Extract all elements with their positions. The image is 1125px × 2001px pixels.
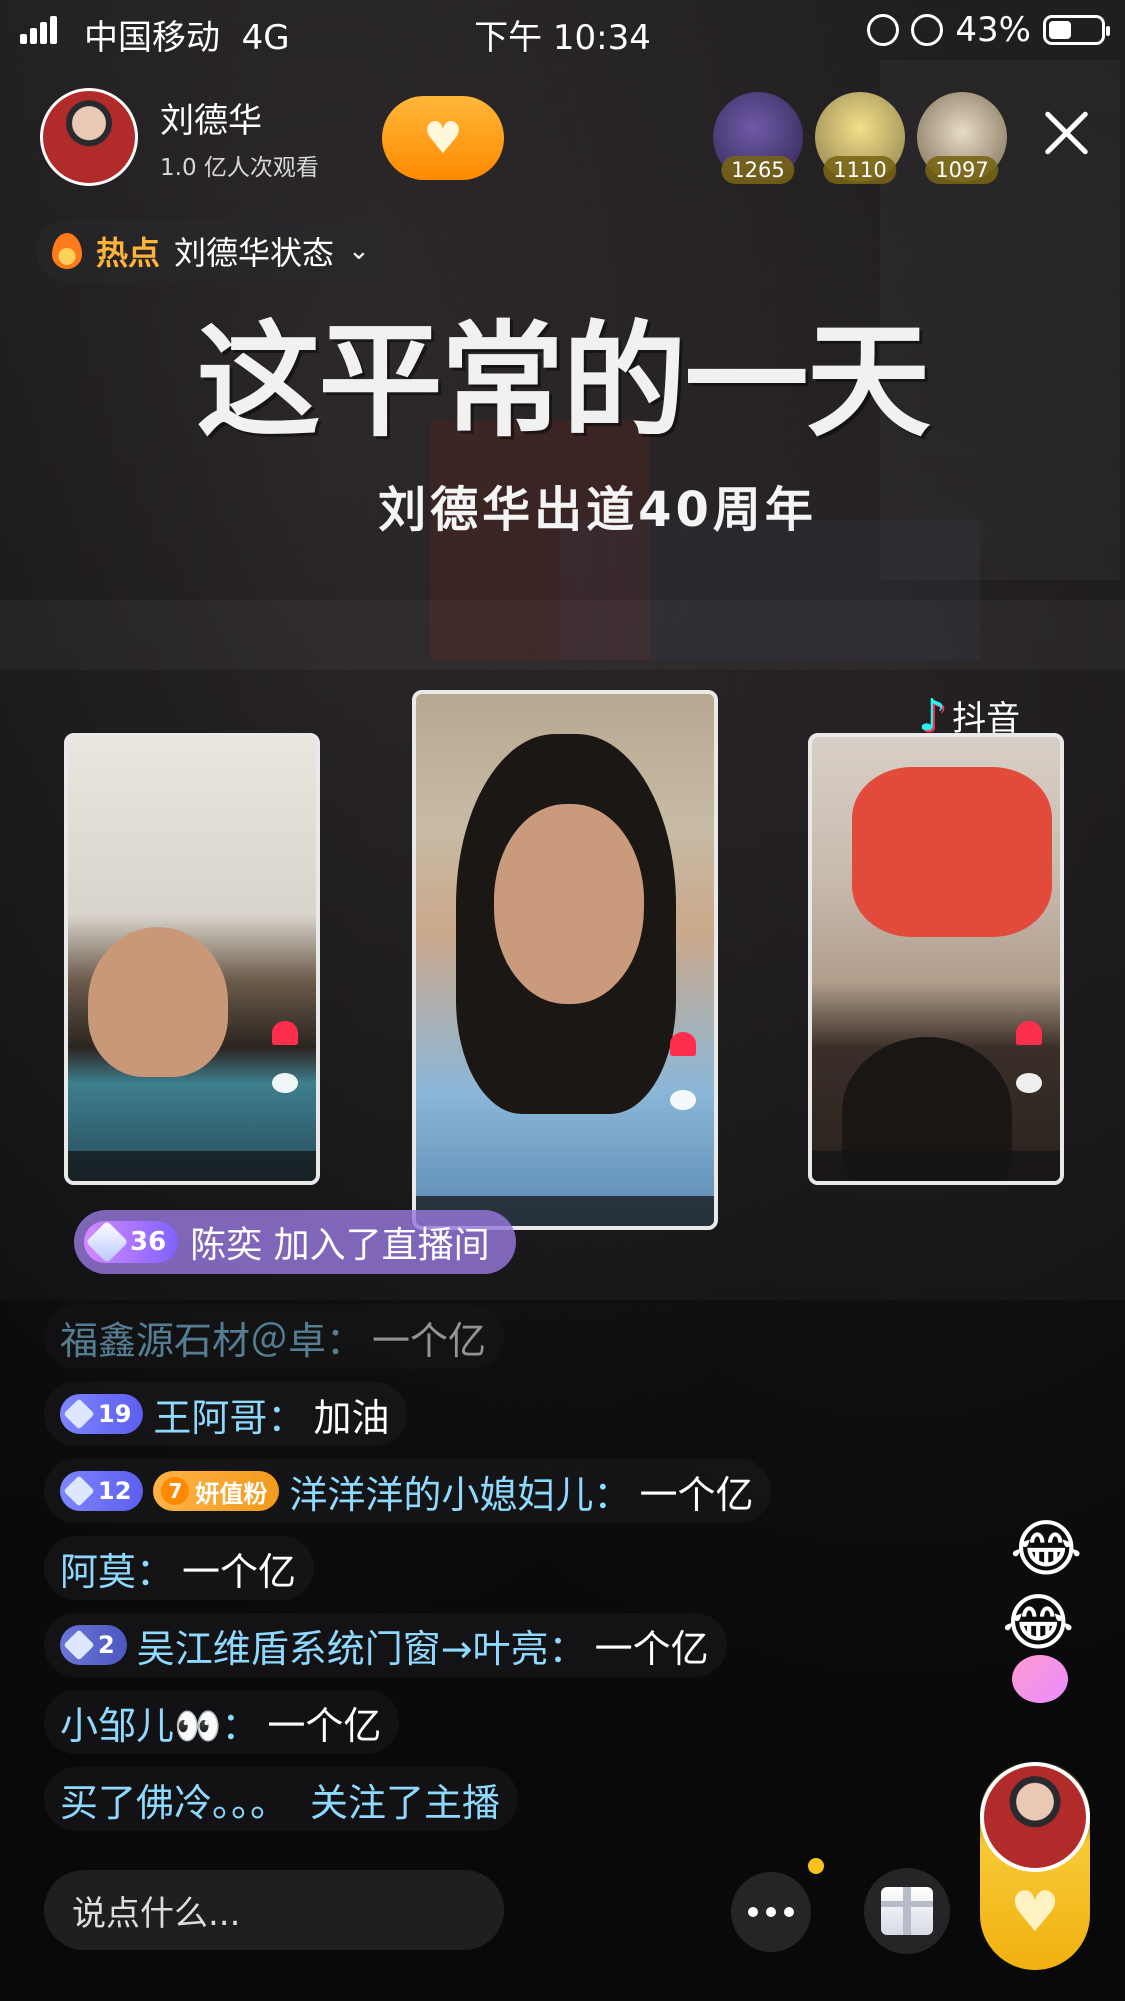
comment-input[interactable]: 说点什么...	[44, 1870, 504, 1950]
chat-separator: ：	[548, 1626, 587, 1671]
host-view-count: 1.0 亿人次观看	[160, 154, 319, 181]
video-phone-center	[412, 690, 718, 1230]
chat-separator: ：	[593, 1472, 632, 1517]
laughing-emoji-icon: 😂	[1002, 1586, 1075, 1659]
chat-user[interactable]: 买了佛冷。。。	[60, 1772, 288, 1827]
heart-icon	[272, 1021, 298, 1045]
close-icon[interactable]	[1041, 108, 1091, 158]
gem-icon	[85, 1220, 129, 1264]
gem-icon	[63, 1629, 95, 1661]
douyin-watermark: ♪ 抖音	[918, 690, 1020, 741]
heart-plus-icon: ♥	[423, 112, 463, 164]
chat-separator: ：	[326, 1318, 365, 1363]
chat-text: 一个亿	[639, 1472, 754, 1517]
phone-navbar	[812, 1151, 1060, 1181]
hot-label: 热点	[96, 234, 161, 272]
top-viewers: 1265 1110 1097	[713, 92, 1007, 184]
gem-icon	[63, 1475, 95, 1507]
viewer-avatar[interactable]: 1110	[815, 92, 905, 184]
chat-separator: ：	[267, 1395, 306, 1440]
host-info[interactable]: 刘德华 1.0 亿人次观看	[40, 88, 319, 186]
chat-message: 福鑫源石材＠卓 ： 一个亿	[44, 1305, 884, 1369]
douyin-watermark-text: 抖音	[952, 699, 1021, 739]
level-number: 19	[98, 1400, 132, 1428]
viewer-count: 1110	[823, 156, 897, 184]
comment-icon	[272, 1073, 298, 1093]
chat-message: 2 吴江维盾系统门窗→叶亮 ： 一个亿	[44, 1613, 884, 1677]
chat-user[interactable]: 福鑫源石材＠卓	[60, 1310, 326, 1365]
stage-subtitle: 刘德华出道40周年	[378, 482, 817, 538]
chat-message: 阿莫 ： 一个亿	[44, 1536, 884, 1600]
heart-icon	[1016, 1021, 1042, 1045]
host-name: 刘德华	[160, 100, 262, 141]
viewer-avatar[interactable]: 1265	[713, 92, 803, 184]
more-button[interactable]	[731, 1872, 811, 1952]
like-bubble-icon	[1012, 1655, 1068, 1703]
chat-message: 19 王阿哥 ： 加油	[44, 1382, 884, 1446]
join-notice: 36 陈奕 加入了直播间	[74, 1210, 516, 1274]
user-level-badge: 36	[84, 1220, 179, 1264]
video-phone-right	[808, 733, 1064, 1185]
chat-separator: ：	[221, 1703, 260, 1748]
fan-club-avatar[interactable]	[980, 1762, 1090, 1872]
chat-list[interactable]: 福鑫源石材＠卓 ： 一个亿 19 王阿哥 ： 加油 12 7 妍值粉 洋洋洋的小	[44, 1305, 884, 1844]
hot-topic-text: 刘德华状态	[174, 234, 335, 272]
status-right: 43%	[867, 10, 1110, 50]
chat-user[interactable]: 阿莫	[60, 1541, 136, 1596]
chat-text: 一个亿	[267, 1703, 382, 1748]
notification-dot	[808, 1858, 824, 1874]
comment-icon	[670, 1090, 696, 1110]
chat-message: 小邹儿👀 ： 一个亿	[44, 1690, 884, 1754]
user-level-badge: 19	[60, 1394, 144, 1434]
douyin-logo-icon: ♪	[918, 690, 947, 741]
chevron-down-icon: ⌄	[348, 236, 370, 266]
chat-text: 一个亿	[182, 1549, 297, 1594]
user-level-badge: 2	[60, 1625, 127, 1665]
chat-message: 12 7 妍值粉 洋洋洋的小媳妇儿 ： 一个亿	[44, 1459, 884, 1523]
flame-icon	[52, 233, 82, 269]
user-level-badge: 12	[60, 1471, 144, 1511]
hot-topic-pill[interactable]: 热点 刘德华状态 ⌄	[36, 220, 394, 282]
chat-user[interactable]: 洋洋洋的小媳妇儿	[289, 1464, 593, 1519]
fan-club-badge: 7 妍值粉	[153, 1471, 280, 1511]
chat-text: 一个亿	[594, 1626, 709, 1671]
level-number: 12	[98, 1477, 132, 1505]
join-user: 陈奕	[190, 1225, 263, 1266]
gift-button[interactable]	[864, 1868, 950, 1954]
chat-text: 加油	[313, 1395, 390, 1440]
battery-percent: 43%	[955, 10, 1031, 50]
comment-icon	[1016, 1073, 1042, 1093]
viewer-count: 1097	[925, 156, 999, 184]
chat-user[interactable]: 王阿哥	[153, 1387, 267, 1442]
fan-label: 妍值粉	[195, 1479, 268, 1508]
rotation-lock-icon	[867, 14, 900, 46]
status-bar: 中国移动 4G 下午 10:34 43%	[0, 0, 1125, 62]
battery-icon	[1043, 15, 1110, 45]
video-phone-left	[64, 733, 320, 1185]
laughing-emoji-icon: 😂	[1010, 1512, 1083, 1585]
chat-separator: ：	[136, 1549, 175, 1594]
fan-level-number: 7	[161, 1477, 190, 1505]
viewer-count: 1265	[721, 156, 795, 184]
level-number: 2	[98, 1631, 115, 1659]
gem-icon	[63, 1398, 95, 1430]
chat-user[interactable]: 小邹儿👀	[60, 1695, 221, 1750]
join-action: 加入了直播间	[273, 1225, 490, 1266]
phone-navbar	[68, 1151, 316, 1181]
chat-text: 关注了主播	[310, 1780, 501, 1825]
chat-message: 买了佛冷。。。 关注了主播	[44, 1767, 884, 1831]
gift-icon	[881, 1887, 933, 1935]
level-number: 36	[130, 1227, 167, 1257]
viewer-avatar[interactable]: 1097	[917, 92, 1007, 184]
follow-button[interactable]: ♥	[382, 96, 504, 180]
chat-user[interactable]: 吴江维盾系统门窗→叶亮	[137, 1618, 549, 1673]
chat-text: 一个亿	[372, 1318, 487, 1363]
alarm-icon	[911, 14, 944, 46]
heart-icon	[670, 1032, 696, 1056]
heart-plus-icon[interactable]: ♥	[1003, 1880, 1067, 1945]
host-avatar[interactable]	[40, 88, 138, 186]
stage-title: 这平常的一天	[196, 309, 930, 454]
